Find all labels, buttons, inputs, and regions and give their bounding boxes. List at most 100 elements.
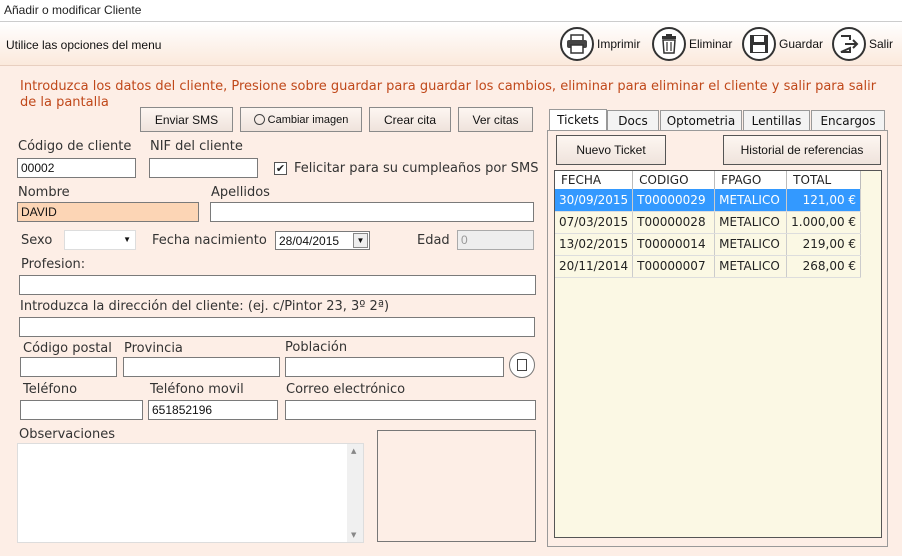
table-cell: 219,00 € bbox=[786, 233, 862, 256]
province-label: Provincia bbox=[124, 341, 183, 356]
birthday-sms-label: Felicitar para su cumpleaños por SMS bbox=[294, 161, 539, 176]
tickets-column-header[interactable]: TOTAL bbox=[786, 171, 862, 189]
age-input: 0 bbox=[457, 230, 534, 250]
name-input[interactable]: DAVID bbox=[17, 202, 199, 222]
send-sms-button[interactable]: Enviar SMS bbox=[140, 107, 233, 132]
document-search-icon bbox=[517, 359, 527, 371]
sex-select[interactable]: ▼ bbox=[64, 230, 136, 250]
table-cell: T00000007 bbox=[632, 255, 716, 278]
profession-label: Profesion: bbox=[21, 257, 86, 272]
client-code-label: Código de cliente bbox=[18, 139, 132, 154]
notes-label: Observaciones bbox=[19, 427, 115, 442]
table-cell: METALICO bbox=[714, 233, 788, 256]
calendar-dropdown-icon[interactable]: ▼ bbox=[353, 233, 368, 248]
birthday-sms-checkbox[interactable]: ✔ bbox=[274, 162, 287, 175]
zip-input[interactable] bbox=[20, 357, 117, 377]
toolbar-hint: Utilice las opciones del menu bbox=[6, 38, 162, 52]
surname-label: Apellidos bbox=[211, 185, 270, 200]
tab-encargos[interactable]: Encargos bbox=[811, 110, 885, 130]
client-code-input[interactable]: 00002 bbox=[17, 158, 136, 178]
tab-tickets[interactable]: Tickets bbox=[549, 109, 607, 131]
delete-button[interactable]: Eliminar bbox=[652, 27, 732, 61]
table-cell: 20/11/2014 bbox=[555, 255, 634, 278]
birth-date-picker[interactable]: 28/04/2015 ▼ bbox=[275, 231, 370, 250]
delete-label: Eliminar bbox=[689, 37, 733, 51]
save-button[interactable]: Guardar bbox=[742, 27, 823, 61]
tickets-tab-content: Nuevo Ticket Historial de referencias FE… bbox=[547, 130, 888, 547]
tab-panel: Tickets Docs Optometria Lentillas Encarg… bbox=[547, 107, 891, 547]
tab-optometria[interactable]: Optometria bbox=[660, 110, 742, 130]
phone-input[interactable] bbox=[20, 400, 143, 420]
address-input[interactable] bbox=[19, 317, 535, 337]
province-input[interactable] bbox=[123, 357, 280, 377]
notes-scrollbar[interactable]: ▲ ▼ bbox=[347, 444, 363, 542]
client-image bbox=[377, 430, 536, 542]
nif-label: NIF del cliente bbox=[150, 139, 243, 154]
name-label: Nombre bbox=[18, 185, 70, 200]
save-label: Guardar bbox=[779, 37, 824, 51]
profession-input[interactable] bbox=[19, 275, 536, 295]
printer-icon bbox=[560, 27, 594, 61]
trash-icon bbox=[652, 27, 686, 61]
table-row[interactable]: 13/02/2015 T00000014 METALICO 219,00 € bbox=[555, 233, 862, 256]
magnifier-icon bbox=[253, 114, 265, 125]
tab-lentillas[interactable]: Lentillas bbox=[743, 110, 810, 130]
email-input[interactable] bbox=[285, 400, 536, 420]
table-cell: METALICO bbox=[714, 189, 788, 212]
notes-textarea[interactable]: ▲ ▼ bbox=[17, 443, 364, 543]
print-button[interactable]: Imprimir bbox=[560, 27, 640, 61]
city-input[interactable] bbox=[285, 357, 504, 377]
address-label: Introduzca la dirección del cliente: (ej… bbox=[20, 299, 390, 314]
table-row[interactable]: 30/09/2015 T00000029 METALICO 121,00 € bbox=[555, 189, 862, 212]
new-ticket-button[interactable]: Nuevo Ticket bbox=[556, 135, 666, 165]
city-search-button[interactable] bbox=[509, 352, 535, 378]
table-cell: T00000029 bbox=[632, 189, 716, 212]
mobile-label: Teléfono movil bbox=[150, 382, 244, 397]
table-cell: 268,00 € bbox=[786, 255, 862, 278]
table-cell: T00000014 bbox=[632, 233, 716, 256]
table-cell: METALICO bbox=[714, 255, 788, 278]
tickets-grid: FECHA CODIGO FPAGO TOTAL 30/09/2015 T0000002… bbox=[554, 170, 882, 538]
surname-input[interactable] bbox=[210, 202, 534, 222]
table-cell: 1.000,00 € bbox=[786, 211, 862, 234]
tab-docs[interactable]: Docs bbox=[607, 110, 659, 130]
tickets-column-header[interactable]: FPAGO bbox=[714, 171, 788, 189]
change-image-button[interactable]: Cambiar imagen bbox=[240, 107, 362, 132]
phone-label: Teléfono bbox=[23, 382, 78, 397]
exit-label: Salir bbox=[869, 37, 894, 51]
change-image-label: Cambiar imagen bbox=[267, 113, 349, 126]
view-appointments-button[interactable]: Ver citas bbox=[458, 107, 533, 132]
zip-label: Código postal bbox=[23, 341, 112, 356]
tickets-table: FECHA CODIGO FPAGO TOTAL 30/09/2015 T0000002… bbox=[555, 171, 862, 278]
table-cell: 13/02/2015 bbox=[555, 233, 634, 256]
exit-button[interactable]: Salir bbox=[832, 27, 893, 61]
table-cell: 30/09/2015 bbox=[555, 189, 634, 212]
table-cell: 121,00 € bbox=[786, 189, 862, 212]
client-window: Añadir o modificar Cliente Utilice las o… bbox=[0, 0, 902, 556]
window-title: Añadir o modificar Cliente bbox=[0, 0, 902, 22]
tickets-column-header[interactable]: FECHA bbox=[555, 171, 634, 189]
exit-door-icon bbox=[832, 27, 866, 61]
toolbar: Utilice las opciones del menu Imprimir E… bbox=[0, 22, 902, 66]
nif-input[interactable] bbox=[149, 158, 258, 178]
city-label: Población bbox=[285, 340, 348, 355]
table-row[interactable]: 07/03/2015 T00000028 METALICO 1.000,00 € bbox=[555, 211, 862, 234]
tickets-column-header[interactable]: CODIGO bbox=[632, 171, 716, 189]
sex-label: Sexo bbox=[21, 233, 53, 248]
reference-history-button[interactable]: Historial de referencias bbox=[723, 135, 881, 165]
birth-date-value: 28/04/2015 bbox=[279, 234, 340, 248]
scroll-down-icon: ▼ bbox=[351, 531, 357, 539]
table-cell: METALICO bbox=[714, 211, 788, 234]
chevron-down-icon: ▼ bbox=[123, 235, 131, 244]
birth-date-label: Fecha nacimiento bbox=[152, 233, 267, 248]
table-cell: T00000028 bbox=[632, 211, 716, 234]
email-label: Correo electrónico bbox=[286, 382, 406, 397]
scroll-up-icon: ▲ bbox=[351, 447, 357, 455]
floppy-disk-icon bbox=[742, 27, 776, 61]
table-row[interactable]: 20/11/2014 T00000007 METALICO 268,00 € bbox=[555, 255, 862, 278]
table-cell: 07/03/2015 bbox=[555, 211, 634, 234]
create-appointment-button[interactable]: Crear cita bbox=[369, 107, 451, 132]
mobile-input[interactable]: 651852196 bbox=[148, 400, 278, 420]
print-label: Imprimir bbox=[597, 37, 641, 51]
age-label: Edad bbox=[417, 233, 450, 248]
